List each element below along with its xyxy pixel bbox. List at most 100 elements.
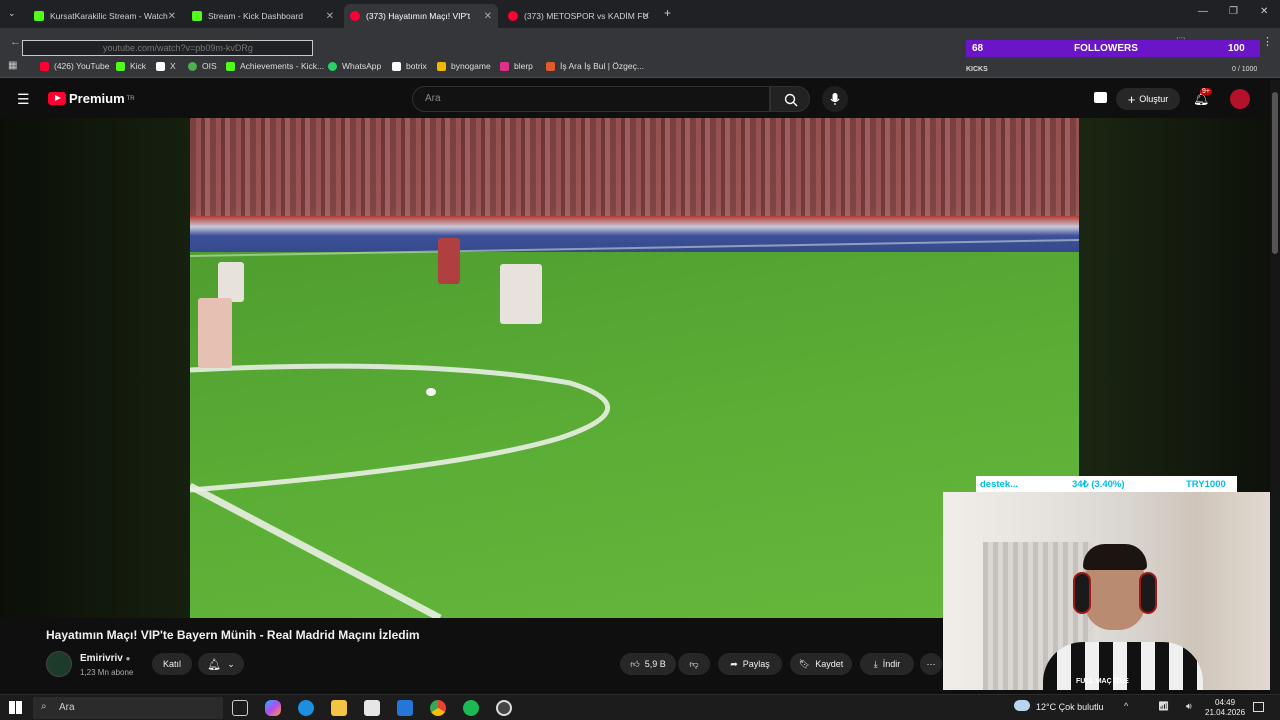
kick-icon — [116, 61, 125, 71]
bookmark-icon: 🔖︎ — [798, 658, 811, 669]
browser-tab-active[interactable]: (373) Hayatımın Maçı! VIP't ✕ — [344, 4, 498, 28]
followers-count: 68 — [972, 43, 984, 54]
tab-close-icon[interactable]: ✕ — [642, 11, 650, 22]
followers-label: FOLLOWERS — [1074, 43, 1138, 54]
search-button[interactable] — [770, 86, 810, 112]
store-icon[interactable] — [364, 700, 380, 716]
ball — [426, 388, 436, 396]
browser-tab[interactable]: (373) METOSPOR vs KADİM FU ✕ — [502, 4, 656, 28]
url-input[interactable]: youtube.com/watch?v=pb09m-kvDRg — [22, 40, 313, 56]
notification-center-icon[interactable] — [1253, 702, 1264, 712]
browser-tab[interactable]: KursatKarakilic Stream - Watch ✕ — [28, 4, 182, 28]
followers-goal: 100 — [1228, 43, 1245, 54]
account-avatar[interactable] — [1230, 89, 1250, 109]
edge-icon[interactable] — [298, 700, 314, 716]
bookmark-item[interactable]: Kick — [116, 61, 146, 71]
create-label: Oluştur — [1139, 94, 1169, 104]
taskbar-weather[interactable]: 12°C Çok bulutlu — [1036, 702, 1104, 712]
subscribe-notification-button[interactable]: 🔔︎ ⌄ — [198, 653, 244, 675]
spotify-icon[interactable] — [463, 700, 479, 716]
person-hair — [1083, 544, 1147, 570]
copilot-icon[interactable] — [265, 700, 281, 716]
bookmark-item[interactable]: (426) YouTube — [40, 61, 109, 71]
bookmark-item[interactable]: İş Ara İş Bul | Özgeç... — [546, 61, 644, 71]
menu-dots-icon[interactable]: ⋮ — [1262, 35, 1273, 48]
create-button[interactable]: + Oluştur — [1116, 88, 1180, 110]
join-button[interactable]: Katıl — [152, 653, 192, 675]
bookmark-item[interactable]: X — [156, 61, 176, 71]
bookmark-item[interactable]: blerp — [500, 61, 533, 71]
scrollbar-thumb[interactable] — [1272, 92, 1278, 254]
obs-icon[interactable] — [496, 700, 512, 716]
followers-goal-bar: 68 FOLLOWERS 100 — [966, 40, 1260, 57]
browser-tab-strip: ⌄ KursatKarakilic Stream - Watch ✕ Strea… — [0, 0, 1280, 28]
restore-icon[interactable]: ❐ — [1229, 6, 1238, 17]
webcam-caption: FULL MAÇ İZLE — [1076, 678, 1129, 685]
voice-search-button[interactable] — [822, 86, 848, 112]
tab-close-icon[interactable]: ✕ — [326, 11, 334, 22]
webcam-overlay — [943, 492, 1280, 690]
youtube-play-icon — [48, 92, 66, 105]
chevron-down-icon: ⌄ — [227, 658, 235, 669]
new-tab-icon[interactable]: + — [664, 6, 671, 20]
bookmark-item[interactable]: WhatsApp — [328, 61, 381, 71]
bookmark-item[interactable]: bynogame — [437, 61, 491, 71]
hamburger-menu-icon[interactable]: ☰ — [17, 91, 30, 108]
network-icon[interactable]: 📶︎ — [1158, 701, 1169, 712]
apps-grid-icon[interactable]: ▦ — [8, 60, 17, 71]
bookmark-item[interactable]: OIS — [188, 61, 217, 71]
search-input[interactable]: Ara — [412, 86, 770, 112]
minimize-icon[interactable]: — — [1198, 6, 1208, 17]
dislike-button[interactable]: 👎︎ — [678, 653, 710, 675]
taskbar-clock[interactable]: 04:49 21.04.2026 — [1205, 698, 1245, 718]
thumbs-down-icon: 👎︎ — [689, 658, 699, 669]
more-dots-icon: ⋯ — [926, 658, 936, 669]
thumbs-up-icon: 👍︎ — [630, 658, 640, 669]
bynogame-icon — [437, 61, 446, 71]
tray-chevron-icon[interactable]: ^ — [1124, 701, 1128, 711]
clock-time: 04:49 — [1215, 698, 1236, 707]
channel-name[interactable]: Emirivriv ● — [80, 653, 130, 664]
ois-icon — [188, 61, 197, 71]
search-icon: ⌕ — [41, 701, 47, 712]
chrome-icon[interactable] — [430, 700, 446, 716]
share-button[interactable]: ➦ Paylaş — [718, 653, 782, 675]
volume-icon[interactable]: 🔊︎ — [1186, 701, 1192, 712]
back-icon[interactable]: ← — [10, 36, 21, 48]
bookmark-item[interactable]: Achievements - Kick... — [226, 61, 324, 71]
mail-icon[interactable] — [397, 700, 413, 716]
like-button[interactable]: 👍︎ 5,9 B — [620, 653, 676, 675]
player — [218, 262, 244, 302]
tab-close-icon[interactable]: ✕ — [168, 11, 176, 22]
file-explorer-icon[interactable] — [331, 700, 347, 716]
tab-close-icon[interactable]: ✕ — [484, 11, 492, 22]
player — [438, 238, 460, 284]
bookmark-item[interactable]: botrix — [392, 61, 427, 71]
youtube-logo[interactable]: Premium TR — [48, 91, 135, 106]
download-button[interactable]: ⤓ İndir — [860, 653, 914, 675]
tab-list-chevron-icon[interactable]: ⌄ — [8, 8, 16, 19]
save-button[interactable]: 🔖︎ Kaydet — [790, 653, 852, 675]
search-icon — [784, 93, 798, 107]
notifications-badge: 9+ — [1200, 88, 1212, 95]
tab-title: Stream - Kick Dashboard — [208, 11, 303, 21]
cast-icon[interactable] — [1094, 92, 1107, 103]
player — [198, 298, 232, 368]
more-actions-button[interactable]: ⋯ — [920, 653, 942, 675]
task-view-icon[interactable] — [232, 700, 248, 716]
url-text: youtube.com/watch?v=pb09m-kvDRg — [103, 43, 253, 53]
windows-start-icon[interactable] — [9, 701, 22, 714]
clock-date: 21.04.2026 — [1205, 708, 1246, 717]
blerp-icon — [500, 61, 509, 71]
donation-name: destek... — [980, 479, 1019, 490]
search-placeholder: Ara — [425, 93, 441, 104]
channel-avatar[interactable] — [46, 651, 72, 677]
kick-icon — [192, 11, 202, 21]
tab-title: (373) METOSPOR vs KADİM FU — [524, 11, 649, 21]
video-title: Hayatımın Maçı! VIP'te Bayern Münih - Re… — [46, 628, 420, 642]
youtube-icon — [508, 11, 518, 21]
x-icon — [156, 61, 165, 71]
taskbar-search-input[interactable]: ⌕ Ara — [33, 697, 223, 719]
browser-tab[interactable]: Stream - Kick Dashboard ✕ — [186, 4, 340, 28]
close-window-icon[interactable]: ✕ — [1260, 6, 1268, 17]
